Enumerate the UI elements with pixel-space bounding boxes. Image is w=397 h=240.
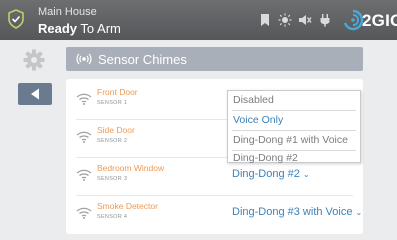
shield-check-icon[interactable] [7, 9, 25, 29]
chime-dropdown-menu[interactable]: Disabled Voice Only Ding-Dong #1 with Vo… [227, 90, 361, 164]
dropdown-option[interactable]: Ding-Dong #2 [228, 149, 360, 168]
sensor-name: Smoke Detector [97, 201, 158, 211]
dropdown-option-label: Voice Only [233, 114, 284, 126]
back-button[interactable] [18, 83, 52, 105]
sensor-name: Front Door [97, 87, 138, 97]
chime-select[interactable]: Ding-Dong #2 ⌄ [232, 168, 310, 180]
gear-icon[interactable] [23, 49, 45, 71]
sensor-row[interactable]: Smoke Detector SENSOR 4 Ding-Dong #3 wit… [66, 195, 363, 233]
wireless-icon [76, 207, 92, 219]
sensor-number: SENSOR 3 [97, 176, 128, 182]
chevron-down-icon: ⌄ [355, 208, 363, 217]
chime-select[interactable]: Ding-Dong #3 with Voice ⌄ [232, 206, 362, 218]
location-label: Main House [38, 6, 97, 18]
sensor-number: SENSOR 1 [97, 100, 128, 106]
sensor-name: Bedroom Window [97, 163, 165, 173]
status-bar: Main House Ready To Arm 2GIG [0, 0, 397, 40]
wireless-icon [76, 93, 92, 105]
back-arrow-icon [31, 88, 39, 100]
chime-select-value: Ding-Dong #2 [232, 168, 300, 180]
sensor-name: Side Door [97, 125, 135, 135]
dropdown-option[interactable]: Ding-Dong #1 with Voice [228, 131, 360, 150]
chime-icon [76, 53, 92, 65]
dropdown-option[interactable]: Disabled [228, 91, 360, 110]
section-header: Sensor Chimes [66, 47, 363, 71]
mute-icon[interactable] [298, 13, 312, 27]
arm-status: Ready To Arm [38, 21, 121, 36]
plug-icon[interactable] [318, 13, 332, 27]
dropdown-option-selected[interactable]: Voice Only [228, 111, 360, 130]
wireless-icon [76, 131, 92, 143]
brand-name: 2GIG [362, 11, 397, 30]
chime-select-value: Ding-Dong #3 with Voice [232, 206, 353, 218]
bookmark-icon[interactable] [258, 13, 272, 27]
wireless-icon [76, 169, 92, 181]
dropdown-option-label: Ding-Dong #2 [233, 152, 298, 164]
brand-logo-icon [343, 9, 364, 31]
dropdown-option-label: Ding-Dong #1 with Voice [233, 134, 348, 146]
arm-status-strong: Ready [38, 21, 78, 36]
chevron-down-icon: ⌄ [302, 170, 310, 179]
sensor-number: SENSOR 4 [97, 214, 128, 220]
dropdown-option-label: Disabled [233, 94, 274, 106]
sensor-number: SENSOR 2 [97, 138, 128, 144]
sun-icon[interactable] [278, 13, 292, 27]
arm-status-rest: To Arm [80, 21, 121, 36]
section-title: Sensor Chimes [98, 52, 187, 67]
